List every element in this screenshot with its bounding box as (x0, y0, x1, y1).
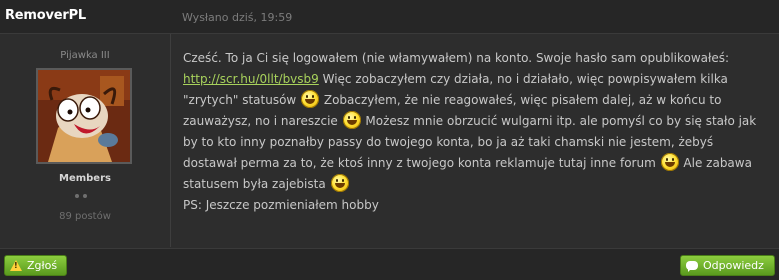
post-ps: PS: Jeszcze pozmieniałem hobby (183, 198, 379, 212)
post-footer: Zgłoś Odpowiedz (0, 248, 779, 280)
user-post-count: 89 postów (59, 211, 111, 222)
avatar-image (38, 70, 130, 162)
reply-button[interactable]: Odpowiedz (680, 255, 775, 276)
smile-smiley-icon (660, 153, 679, 171)
post-date: Wysłano dziś, 19:59 (182, 11, 293, 24)
avatar[interactable] (36, 68, 132, 164)
warning-icon (10, 260, 22, 271)
speech-bubble-icon (686, 261, 698, 272)
reply-label: Odpowiedz (703, 259, 764, 272)
rank-pips (75, 194, 87, 198)
message-text: Cześć. To ja Ci się logowałem (nie włamy… (183, 51, 730, 65)
post-body: Cześć. To ja Ci się logowałem (nie włamy… (183, 48, 768, 195)
report-label: Zgłoś (27, 259, 58, 272)
report-button[interactable]: Zgłoś (4, 255, 67, 276)
rank-pip (83, 194, 87, 198)
biggrin-smiley-icon (330, 174, 349, 192)
post-header: RemoverPL Wysłano dziś, 19:59 (0, 0, 779, 34)
post-content: Cześć. To ja Ci się logowałem (nie włamy… (183, 48, 768, 216)
author-name[interactable]: RemoverPL (5, 8, 86, 23)
forum-post: RemoverPL Wysłano dziś, 19:59 Pijawka II… (0, 0, 779, 280)
user-rank-title: Pijawka III (60, 50, 110, 61)
rank-pip (75, 194, 79, 198)
user-group: Members (59, 173, 111, 184)
biggrin-smiley-icon (301, 90, 320, 108)
message-link[interactable]: http://scr.hu/0llt/bvsb9 (183, 72, 319, 86)
user-info-panel: Pijawka III Members 89 postów (0, 34, 171, 247)
tongue-smiley-icon (342, 111, 361, 129)
